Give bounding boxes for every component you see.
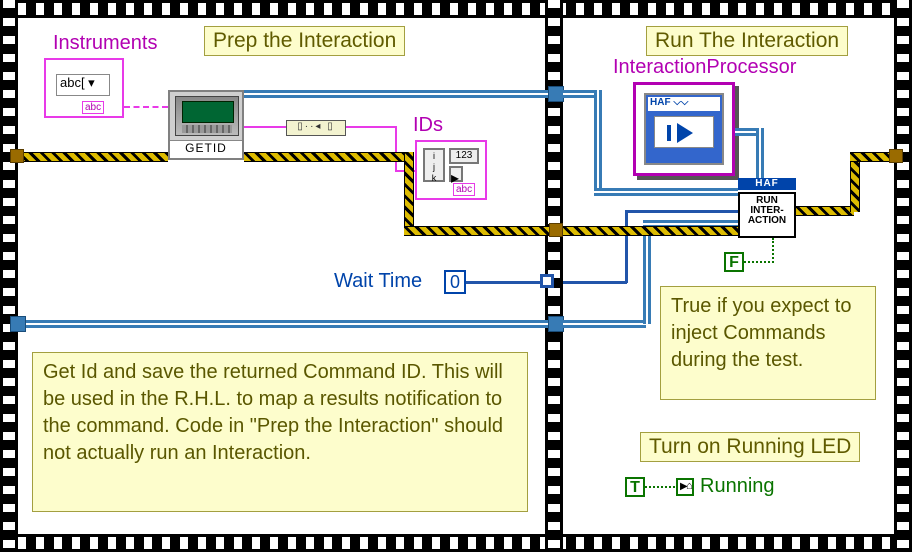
tunnel-error-l: [10, 149, 24, 163]
play-icon: [654, 116, 714, 148]
wire-false-to-run-h: [744, 261, 774, 263]
haf-banner-icon: HAF ⌵⌵: [648, 97, 720, 111]
interactionprocessor-control[interactable]: HAF ⌵⌵: [633, 82, 735, 176]
wait-time-label: Wait Time: [334, 270, 422, 293]
wire-wait-rt-h2: [625, 210, 738, 213]
wire-error-mid: [244, 152, 404, 162]
wire-false-to-run-v: [772, 238, 774, 263]
run-interaction-text: RUN INTER-ACTION: [748, 195, 786, 226]
getid-subvi[interactable]: GETID: [168, 90, 244, 160]
inject-commands-const[interactable]: F: [724, 252, 744, 272]
wire-error-rt-out-h2: [850, 152, 894, 162]
comment-prep: Get Id and save the returned Command ID.…: [32, 352, 528, 512]
wire-instruments-getid: [124, 106, 168, 108]
tunnel-cluster-top: [548, 86, 564, 102]
wire-true-running: [645, 486, 675, 488]
running-true-const[interactable]: T: [625, 477, 645, 497]
wait-time-constant[interactable]: 0: [444, 270, 466, 294]
build-array-node[interactable]: ▯··◂ ▯: [286, 120, 346, 136]
tunnel-cluster-bot-l: [10, 316, 26, 332]
wire-wait-rt-v: [625, 210, 628, 283]
wire-cluster-rt-topv: [594, 90, 602, 190]
comment-inject: True if you expect to inject Commands du…: [660, 286, 876, 400]
instruments-label: Instruments: [53, 32, 157, 55]
led-title: Turn on Running LED: [640, 432, 860, 462]
wire-cluster-rt-top: [563, 90, 597, 98]
wire-buildarr-ids-v: [395, 126, 397, 172]
frame-title-left: Prep the Interaction: [204, 26, 405, 56]
wire-wait-rt-h: [563, 281, 627, 284]
wire-ip-to-run-v: [756, 128, 764, 182]
wire-error-top-l: [18, 152, 168, 162]
wire-error-rt-in: [563, 226, 738, 236]
wire-error-midv: [404, 152, 414, 228]
frame-title-right: Run The Interaction: [646, 26, 848, 56]
ids-label: IDs: [413, 114, 443, 137]
tunnel-cluster-bot-r: [548, 316, 564, 332]
instruments-control[interactable]: abc[ ▾ abc: [44, 58, 124, 118]
interactionprocessor-label: InteractionProcessor: [613, 56, 796, 79]
run-interaction-subvi[interactable]: HAF RUN INTER-ACTION: [738, 178, 796, 238]
tunnel-wait: [540, 274, 554, 288]
wire-cluster-rt-bot-h: [563, 320, 646, 328]
tunnel-error-far-r: [889, 149, 903, 163]
running-indicator-icon[interactable]: [676, 478, 694, 496]
sequence-structure: Prep the Interaction Instruments abc[ ▾ …: [0, 0, 912, 552]
wire-buildarr-ids-h: [346, 126, 396, 128]
wire-error-mid2: [404, 226, 554, 236]
wire-cluster-rt-to-run: [594, 188, 738, 196]
wire-cluster-top: [244, 90, 560, 98]
running-label: Running: [700, 475, 775, 498]
wire-error-rt-out-h: [796, 206, 854, 216]
ids-indicator[interactable]: ijk 123 ▸ abc: [415, 140, 487, 200]
wire-getid-buildarr: [244, 126, 286, 128]
wire-wait-out: [466, 281, 540, 284]
tunnel-error-r: [549, 223, 563, 237]
wire-cluster-bot: [18, 320, 552, 328]
